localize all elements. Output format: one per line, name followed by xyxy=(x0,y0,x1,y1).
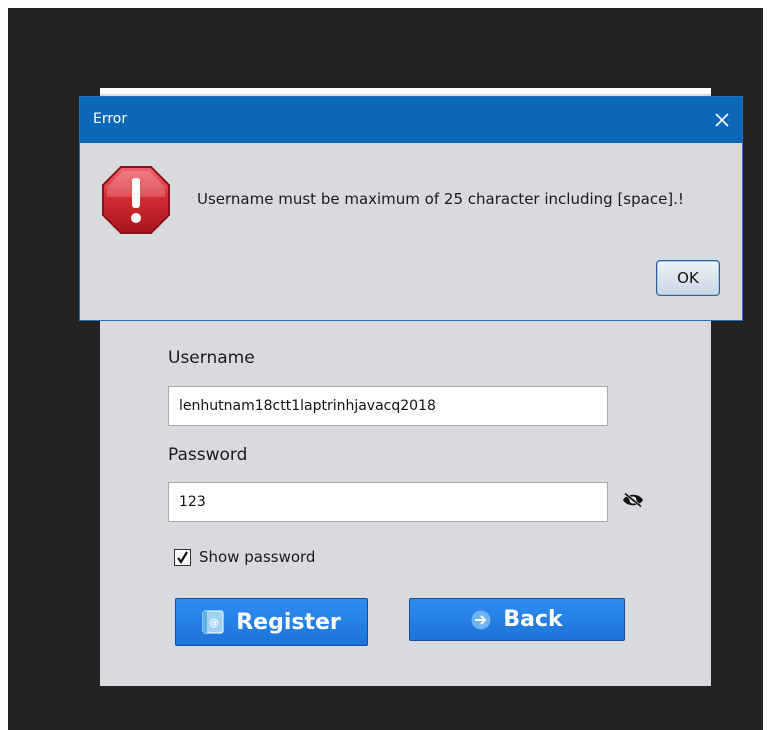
username-input[interactable] xyxy=(168,386,608,426)
error-message: Username must be maximum of 25 character… xyxy=(197,190,684,208)
dialog-title: Error xyxy=(93,111,128,127)
back-button[interactable]: Back xyxy=(409,598,625,641)
close-icon[interactable] xyxy=(712,110,732,130)
ok-button[interactable]: OK xyxy=(656,260,720,296)
show-password-checkbox[interactable] xyxy=(174,548,191,566)
panel-top-strip xyxy=(100,88,711,94)
arrow-right-icon xyxy=(471,610,491,630)
username-label: Username xyxy=(168,348,255,368)
screen: Username Password Show password xyxy=(0,0,770,730)
register-button[interactable]: @ Register xyxy=(175,598,368,646)
show-password-label: Show password xyxy=(199,548,316,566)
error-icon xyxy=(100,164,172,236)
dialog-titlebar: Error xyxy=(80,97,742,143)
eye-slash-icon[interactable] xyxy=(622,492,644,508)
show-password-row[interactable]: Show password xyxy=(174,548,315,566)
password-input[interactable] xyxy=(168,482,608,522)
register-button-label: Register xyxy=(236,609,341,635)
error-dialog: Error Username must be maximum of 25 cha… xyxy=(79,96,743,321)
password-label: Password xyxy=(168,445,248,465)
checkmark-icon xyxy=(177,550,188,564)
email-at-icon: @ xyxy=(202,610,224,634)
svg-text:@: @ xyxy=(209,618,219,629)
back-button-label: Back xyxy=(503,607,563,632)
